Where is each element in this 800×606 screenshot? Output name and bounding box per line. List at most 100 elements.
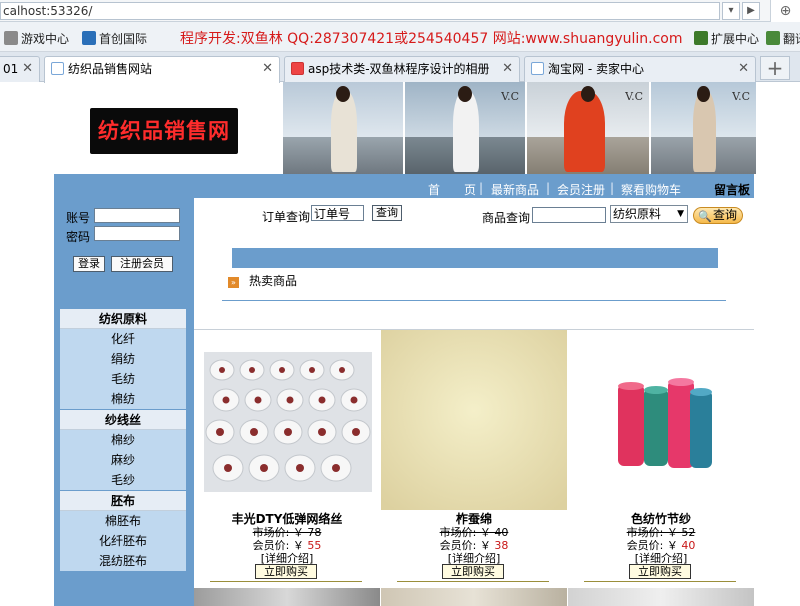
go-icon[interactable]: ▶ (742, 2, 760, 20)
url-input[interactable]: calhost:53326/ (0, 2, 720, 20)
site-logo: 纺织品销售网 (90, 108, 238, 154)
product-card: 丰光DTY低弹网络丝 市场价: ￥ 78 会员价: ￥ 55 [详细介绍] 立即… (194, 330, 380, 606)
developer-banner: 程序开发:双鱼林 QQ:287307421或254540457 网站:www.s… (180, 31, 683, 47)
banner-photo: V.C (525, 82, 649, 174)
translate-icon (766, 31, 780, 45)
hot-products-heading: » 热卖商品 (228, 272, 297, 289)
buy-now-button[interactable]: 立即购买 (629, 564, 691, 579)
select-value: 纺织原料 (613, 207, 662, 221)
tab-strip: 01 ✕ 纺织品销售网站 ✕ asp技术类-双鱼林程序设计的相册 ✕ 淘宝网 - 卖家… (0, 52, 800, 83)
category-item[interactable]: 混纺胚布 (60, 551, 186, 571)
product-image[interactable] (194, 330, 380, 510)
category-yarn: 纱线丝 棉纱 麻纱 毛纱 (60, 410, 186, 490)
order-query-label: 订单查询 (262, 210, 311, 224)
tab-textile-site[interactable]: 纺织品销售网站 ✕ (44, 56, 280, 83)
yarn-spools-image (194, 330, 380, 510)
bookmarks-bar: 游戏中心 首创国际 程序开发:双鱼林 QQ:287307421或25454045… (0, 22, 800, 52)
nav-separator: | (479, 181, 484, 195)
site-icon (82, 31, 96, 45)
category-title: 纺织原料 (60, 309, 186, 329)
nav-guestbook[interactable]: 留言板 (714, 181, 750, 198)
tab-0[interactable]: 01 ✕ (0, 56, 40, 82)
photo-watermark: V.C (625, 90, 643, 103)
category-item[interactable]: 麻纱 (60, 450, 186, 470)
new-tab-button[interactable]: + (760, 56, 790, 80)
nav-cart[interactable]: 察看购物车 (621, 181, 681, 198)
buy-now-button[interactable]: 立即购买 (255, 564, 317, 579)
tab-taobao[interactable]: 淘宝网 - 卖家中心 ✕ (524, 56, 756, 82)
close-icon[interactable]: ✕ (502, 57, 513, 81)
nav-new-products[interactable]: 最新商品 (491, 181, 539, 198)
category-item[interactable]: 化纤胚布 (60, 531, 186, 551)
dropdown-icon[interactable]: ▾ (722, 2, 740, 20)
product-image[interactable] (568, 330, 754, 510)
gamepad-icon (4, 31, 18, 45)
password-label: 密码 (66, 230, 91, 244)
translate-button[interactable]: 翻译 (766, 30, 800, 47)
puzzle-icon (694, 31, 708, 45)
extension-center[interactable]: 扩展中心 (694, 30, 759, 47)
product-search-input[interactable] (532, 207, 606, 223)
page-icon (51, 62, 64, 75)
product-query-label: 商品查询 (482, 211, 531, 225)
close-icon[interactable]: ✕ (262, 57, 273, 81)
tab-album[interactable]: asp技术类-双鱼林程序设计的相册 ✕ (284, 56, 520, 82)
photo-watermark: V.C (732, 90, 750, 103)
divider (222, 300, 726, 301)
category-select[interactable]: 纺织原料 ▼ (610, 205, 688, 223)
banner-photo: V.C (649, 82, 756, 174)
main-content: 订单查询 查询 商品查询 纺织原料▼ 🔍查询 »热卖商品 (194, 198, 754, 606)
nav-register[interactable]: 会员注册 (557, 181, 605, 198)
category-item[interactable]: 绢纺 (60, 349, 186, 369)
bookmark-game[interactable]: 游戏中心 (4, 30, 69, 47)
nav-separator: | (610, 181, 615, 195)
translate-label: 翻译 (783, 32, 800, 46)
category-item[interactable]: 化纤 (60, 329, 186, 349)
nav-home[interactable]: 首 页 (428, 181, 476, 198)
product-image-partial[interactable] (381, 588, 567, 606)
register-button[interactable]: 注册会员 (111, 256, 173, 272)
product-card: 色纺竹节纱 市场价: ￥ 52 会员价: ￥ 40 [详细介绍] 立即购买 (568, 330, 754, 606)
section-header-bar (232, 248, 718, 268)
search-icon: 🔍 (698, 210, 712, 223)
divider (584, 581, 736, 582)
nav-separator: | (546, 181, 551, 195)
tab-label: 纺织品销售网站 (68, 62, 153, 76)
product-image-partial[interactable] (568, 588, 754, 606)
tab-label: 01 (3, 62, 19, 76)
bookmark-label: 游戏中心 (21, 32, 70, 46)
close-icon[interactable]: ✕ (22, 57, 33, 81)
tab-label: asp技术类-双鱼林程序设计的相册 (308, 62, 490, 76)
search-label: 查询 (712, 208, 737, 222)
photo-watermark: V.C (501, 90, 519, 103)
bookmark-shouchuang[interactable]: 首创国际 (82, 30, 147, 47)
product-image-partial[interactable] (194, 588, 380, 606)
account-label: 账号 (66, 211, 91, 225)
order-number-input[interactable] (311, 205, 364, 221)
password-input[interactable] (94, 226, 180, 241)
tab-label: 淘宝网 - 卖家中心 (548, 62, 644, 76)
shield-icon[interactable]: ⊕ (770, 0, 800, 22)
colored-yarn-image (568, 330, 754, 510)
category-item[interactable]: 毛纺 (60, 369, 186, 389)
category-item[interactable]: 棉纺 (60, 389, 186, 409)
category-textile-materials: 纺织原料 化纤 绢纺 毛纺 棉纺 (60, 309, 186, 409)
product-image[interactable] (381, 330, 567, 510)
page-icon (291, 62, 304, 75)
account-input[interactable] (94, 208, 180, 223)
category-item[interactable]: 毛纱 (60, 470, 186, 490)
banner-photo (281, 82, 403, 174)
product-card: 柞蚕绵 市场价: ￥ 40 会员价: ￥ 38 [详细介绍] 立即购买 (381, 330, 567, 606)
page-icon (531, 62, 544, 75)
login-button[interactable]: 登录 (73, 256, 105, 272)
silk-floss-image (381, 330, 567, 510)
double-arrow-icon: » (228, 277, 239, 288)
bookmark-label: 首创国际 (99, 32, 148, 46)
close-icon[interactable]: ✕ (738, 57, 749, 81)
product-search-button[interactable]: 🔍 查询 (693, 207, 743, 224)
category-item[interactable]: 棉纱 (60, 430, 186, 450)
order-query-button[interactable]: 查询 (372, 205, 402, 221)
category-item[interactable]: 棉胚布 (60, 511, 186, 531)
address-bar: calhost:53326/ ▾ ▶ ⊕ (0, 0, 800, 22)
buy-now-button[interactable]: 立即购买 (442, 564, 504, 579)
